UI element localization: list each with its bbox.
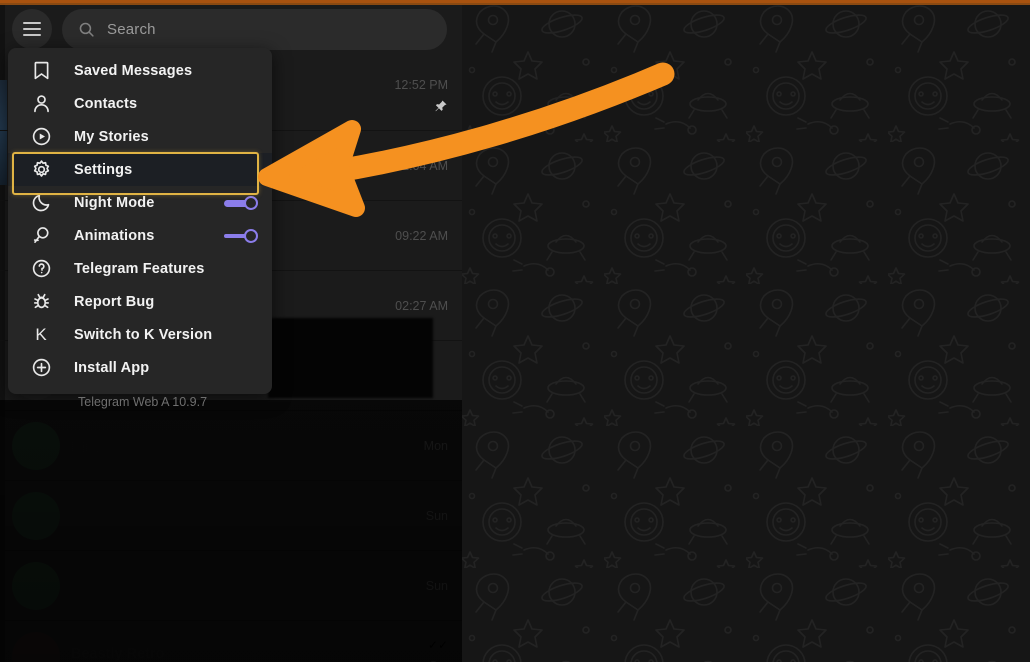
pin-icon [435,100,447,112]
avatar [12,561,60,610]
letter-k-icon: K [35,324,47,344]
plus-circle-icon [30,357,52,379]
person-icon [30,93,52,115]
menu-item-label: Saved Messages [74,62,193,79]
search-placeholder: Search [107,20,156,38]
menu-item-label: My Stories [74,128,149,145]
chat-item-subtitle: h if... [71,440,100,455]
chat-list-item[interactable]: Beastly Retro ✓✓Sat [0,621,462,662]
chat-item-meta: ✓✓Sat [428,638,448,662]
hamburger-line [23,28,41,30]
chat-item-meta: Sun [426,509,448,523]
bug-icon [30,291,52,313]
chat-item-meta: 09:22 AM [395,229,448,243]
chat-item-time: Mon [423,438,448,453]
question-circle-icon [30,258,52,280]
menu-item-report-bug[interactable]: Report Bug [8,285,272,318]
read-receipt-icon: ✓✓ [427,638,448,652]
chat-item-time: 02:27 AM [395,298,448,313]
top-accent-strip [0,0,1030,5]
chat-item-text [60,584,426,588]
menu-item-install-app[interactable]: Install App [8,351,272,384]
menu-item-label: Contacts [74,95,138,112]
app-header: Search [0,5,462,53]
app-version-label: Telegram Web A 10.9.7 [78,395,208,409]
chat-item-meta: Mon [424,439,448,453]
menu-item-animations[interactable]: Animations [8,219,272,252]
bookmark-icon [30,60,52,82]
chat-item-text [60,514,426,518]
menu-item-label: Settings [74,161,133,178]
menu-item-my-stories[interactable]: My Stories [8,120,272,153]
menu-item-night-mode[interactable]: Night Mode [8,186,272,219]
chat-item-time: 12:52 PM [394,78,448,92]
menu-item-label: Night Mode [74,194,155,211]
menu-item-label: Report Bug [74,293,155,310]
chat-item-time: 09:22 AM [395,228,448,243]
chat-item-text: Beastly Retro [60,646,428,662]
hamburger-line [23,34,41,36]
chat-item-time: Sun [425,508,448,523]
chat-item-meta: Sun [426,579,448,593]
hamburger-menu-button[interactable] [12,9,52,49]
chat-item-meta: 02:27 AM [395,299,448,313]
obscured-region [268,318,433,398]
chat-list-item[interactable]: Sun [0,551,462,621]
chat-item-time: 11:04 AM [396,158,448,173]
menu-item-saved-messages[interactable]: Saved Messages [8,54,272,87]
chat-item-meta: 12:52 PM [394,78,448,113]
menu-item-telegram-features[interactable]: Telegram Features [8,252,272,285]
chat-item-time: Sun [425,578,448,593]
telegram-web-window: 12:52 PM11:04 AM09:22 AMspreading pornog… [0,0,1030,662]
menu-item-label: Switch to K Version [74,326,213,343]
avatar [12,421,60,470]
gear-icon [30,159,52,181]
toggle-knob [244,195,258,210]
search-icon [79,22,94,37]
toggle-night-mode[interactable] [224,195,258,210]
search-input[interactable]: Search [62,8,447,50]
chat-item-title: Beastly Retro [71,645,165,662]
moon-icon [30,192,52,214]
main-dropdown-menu[interactable]: Saved Messages Contacts My Stories Settings… [8,48,272,394]
toggle-animations[interactable] [224,228,258,243]
play-circle-icon [30,126,52,148]
chat-item-meta: 11:04 AM [396,159,448,173]
menu-item-contacts[interactable]: Contacts [8,87,272,120]
chat-wallpaper [462,0,1030,662]
avatar [12,631,60,662]
menu-item-label: Animations [74,227,155,244]
menu-item-label: Telegram Features [74,260,205,277]
menu-item-settings[interactable]: Settings [8,153,272,186]
hamburger-line [23,22,41,24]
avatar [12,491,60,540]
chat-item-text: h if... [60,436,424,455]
top-accent-strip-inner [0,0,1030,3]
chat-list-item[interactable]: Sun [0,481,462,551]
chat-list-item[interactable]: h if... Mon [0,411,462,481]
menu-item-switch-k-version[interactable]: K Switch to K Version [8,318,272,351]
menu-item-label: Install App [74,359,150,376]
animations-icon [30,225,52,247]
toggle-knob [244,228,258,243]
